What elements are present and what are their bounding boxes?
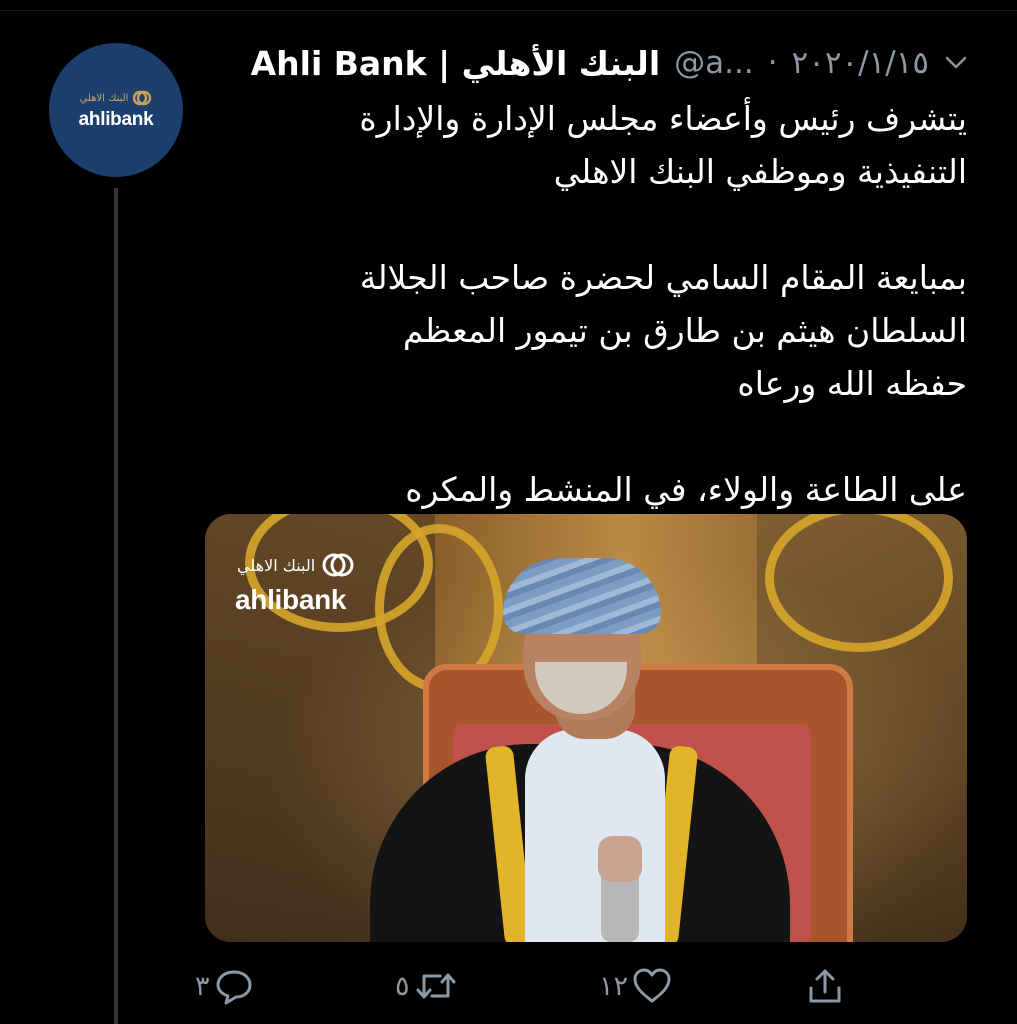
reply-count: ٣: [195, 970, 210, 1002]
white-dishdasha: [525, 729, 665, 942]
media-logo-arabic: البنك الاهلي: [237, 555, 316, 575]
like-count: ١٢: [599, 970, 629, 1002]
avatar-logo-row: البنك الاهلي: [80, 89, 153, 107]
tweet-text: يتشرف رئيس وأعضاء مجلس الإدارة والإدارة …: [207, 92, 967, 516]
reply-icon: [216, 970, 252, 1005]
thread-line: [114, 188, 118, 1024]
figure-turban: [503, 558, 661, 634]
top-divider: [0, 10, 1017, 11]
like-icon: [633, 968, 671, 1003]
media-logo: البنك الاهلي ahlibank: [235, 550, 355, 616]
tweet-date[interactable]: ٢٠٢٠/١/١٥: [792, 45, 929, 81]
tweet-text-line: السلطان هيثم بن طارق بن تيمور المعظم: [402, 311, 967, 350]
tweet-text-line: بمبايعة المقام السامي لحضرة صاحب الجلالة: [359, 258, 967, 297]
chevron-down-icon[interactable]: [943, 50, 969, 76]
meta-separator: ·: [767, 45, 778, 81]
tweet-header: ٢٠٢٠/١/١٥ · @a... Ahli Bank | البنك الأه…: [251, 38, 969, 88]
tweet-actions: ٣ ٥ ١٢: [195, 962, 865, 1010]
user-handle[interactable]: @a...: [674, 45, 754, 81]
reply-button[interactable]: ٣: [195, 962, 254, 1010]
avatar[interactable]: البنك الاهلي ahlibank: [49, 43, 183, 177]
media-logo-english: ahlibank: [235, 584, 347, 615]
ahlibank-logo-icon: [322, 553, 354, 577]
ahlibank-logo-icon: [133, 90, 152, 106]
tweet-text-line: حفظه الله ورعاه: [737, 364, 967, 403]
avatar-arabic-name: البنك الاهلي: [79, 92, 129, 104]
khanjar-hilt: [598, 836, 642, 882]
like-button[interactable]: ١٢: [599, 962, 672, 1010]
share-button[interactable]: [805, 962, 845, 1010]
share-icon: [809, 969, 841, 1003]
tweet-screen: البنك الاهلي ahlibank ٢٠٢٠/١/١٥ · @a... …: [0, 0, 1017, 1024]
media-logo-row: البنك الاهلي: [237, 550, 355, 580]
retweet-button[interactable]: ٥: [395, 962, 458, 1010]
retweet-count: ٥: [395, 970, 410, 1002]
avatar-english-name: ahlibank: [78, 109, 154, 130]
tweet-text-line: التنفيذية وموظفي البنك الاهلي: [553, 152, 967, 191]
tweet-media-image[interactable]: البنك الاهلي ahlibank: [205, 514, 967, 942]
tweet-text-line: على الطاعة والولاء، في المنشط والمكره: [405, 470, 967, 509]
tweet-text-line: يتشرف رئيس وأعضاء مجلس الإدارة والإدارة: [359, 99, 967, 138]
display-name[interactable]: Ahli Bank | البنك الأهلي: [251, 44, 661, 83]
retweet-icon: [416, 973, 456, 999]
